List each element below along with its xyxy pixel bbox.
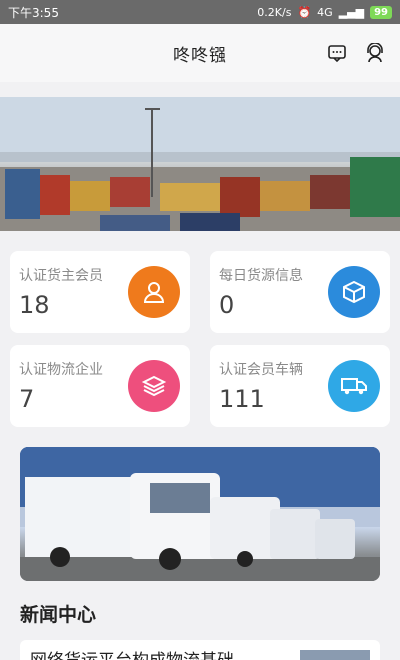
support-icon[interactable]	[364, 42, 386, 64]
stat-card-vehicles[interactable]: 认证会员车辆 111	[210, 345, 390, 427]
message-icon[interactable]	[326, 42, 348, 64]
truck-fleet-image[interactable]	[20, 447, 380, 581]
stat-value: 7	[19, 385, 35, 413]
truck-icon	[328, 360, 380, 412]
stat-label: 每日货源信息	[219, 268, 303, 284]
stat-value: 0	[219, 291, 235, 319]
status-indicators: 0.2K/s ⏰ 4G ▂▄▆ 99	[257, 5, 392, 19]
battery-level: 99	[370, 5, 392, 19]
signal-icon: ▂▄▆	[338, 5, 365, 19]
cube-icon	[328, 266, 380, 318]
news-thumbnail	[300, 650, 370, 660]
stat-label: 认证物流企业	[19, 362, 103, 378]
news-list-item[interactable]: 网络货运平台构成物流基础	[20, 640, 380, 660]
stat-card-daily-cargo[interactable]: 每日货源信息 0	[210, 251, 390, 333]
app-header: 咚咚镪	[0, 24, 400, 82]
member-icon	[128, 266, 180, 318]
stat-label: 认证会员车辆	[219, 362, 303, 378]
status-time: 下午3:55	[8, 5, 59, 20]
stat-value: 18	[19, 291, 50, 319]
stat-label: 认证货主会员	[19, 268, 103, 284]
news-item-title: 网络货运平台构成物流基础	[30, 646, 234, 660]
stat-card-cargo-owners[interactable]: 认证货主会员 18	[10, 251, 190, 333]
network-label: 4G	[317, 5, 333, 19]
layers-icon	[128, 360, 180, 412]
stat-card-logistics-companies[interactable]: 认证物流企业 7	[10, 345, 190, 427]
page-title: 咚咚镪	[173, 45, 227, 66]
alarm-icon: ⏰	[297, 5, 312, 19]
stat-value: 111	[219, 385, 265, 413]
news-section-title: 新闻中心	[20, 604, 97, 626]
status-bar: 下午3:55 0.2K/s ⏰ 4G ▂▄▆ 99	[0, 0, 400, 24]
port-banner-image[interactable]	[0, 97, 400, 231]
header-actions	[326, 42, 386, 64]
network-speed: 0.2K/s	[257, 5, 292, 19]
